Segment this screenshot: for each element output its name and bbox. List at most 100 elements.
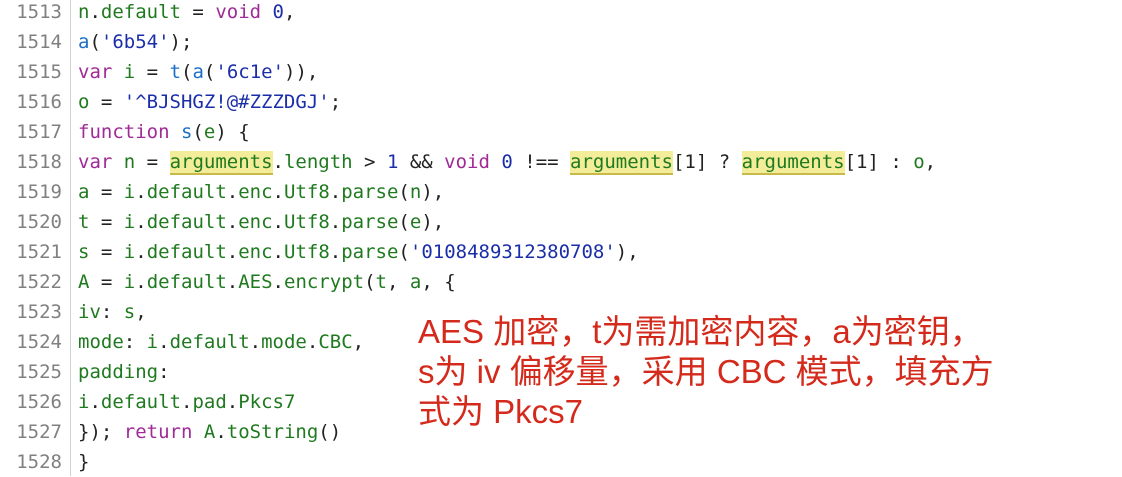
code-token: . (272, 241, 284, 263)
line-number: 1514 (16, 31, 62, 53)
code-token: ); (169, 31, 193, 53)
code-token: ), (421, 211, 445, 233)
code-text: a('6b54'); (78, 27, 192, 57)
code-line: 1522 A = i.default.AES.encrypt(t, a, { (0, 267, 1122, 297)
code-token: e (203, 121, 216, 143)
code-token: o (78, 91, 90, 113)
code-token: var (78, 151, 113, 173)
code-token: t (375, 271, 387, 293)
code-token: = (135, 151, 170, 173)
code-token: default (100, 1, 181, 23)
highlighted-token: arguments (741, 151, 845, 175)
code-token: . (135, 241, 147, 263)
line-number: 1522 (16, 271, 62, 293)
code-line: 1520 t = i.default.enc.Utf8.parse(e), (0, 207, 1122, 237)
code-line: 1515 var i = t(a('6c1e')), (0, 57, 1122, 87)
code-token: 0 (501, 151, 513, 173)
code-token: . (226, 241, 239, 263)
code-token: [1] : (844, 151, 914, 173)
code-token: ), (421, 181, 445, 203)
code-token: && (398, 151, 445, 173)
code-token: t (78, 211, 90, 233)
code-token: ( (364, 271, 376, 293)
code-token: default (146, 211, 227, 233)
code-token: enc (238, 211, 273, 233)
code-token: A (78, 271, 90, 293)
code-token: . (135, 181, 147, 203)
code-token: enc (238, 241, 273, 263)
code-text: s = i.default.enc.Utf8.parse('0108489312… (78, 237, 639, 267)
code-token: ( (89, 31, 101, 53)
annotation-line-1: AES 加密，t为需加密内容，a为密钥， (418, 313, 983, 350)
code-editor: 1513 n.default = void 0, 1514 a('6b54'); 151… (0, 0, 1122, 476)
code-token: AES (238, 271, 273, 293)
code-text: }); return A.toString() (78, 417, 341, 447)
code-token: o (913, 151, 925, 173)
line-number: 1513 (16, 1, 62, 23)
code-text: var i = t(a('6c1e')), (78, 57, 318, 87)
code-line: 1528} (0, 447, 1122, 477)
code-token: = (180, 1, 216, 23)
code-token: . (249, 331, 262, 353)
code-token: void (215, 1, 262, 23)
code-token: , { (421, 271, 456, 293)
code-token: . (180, 391, 193, 413)
line-number: 1526 (16, 391, 62, 413)
code-text: n.default = void 0, (78, 0, 295, 27)
code-token: , (283, 1, 296, 23)
code-token: default (146, 181, 227, 203)
code-token: toString (226, 421, 319, 443)
code-token: ( (203, 61, 216, 83)
code-token: '6b54' (100, 31, 170, 53)
code-token: > (352, 151, 387, 173)
code-token: '^BJSHGZ!@#ZZZDGJ' (123, 91, 330, 113)
code-token: A (203, 421, 216, 443)
code-line: 1516 o = '^BJSHGZ!@#ZZZDGJ'; (0, 87, 1122, 117)
code-line: 1519 a = i.default.enc.Utf8.parse(n), (0, 177, 1122, 207)
highlighted-token: arguments (169, 151, 273, 175)
code-token: CBC (318, 331, 353, 353)
code-token: . (329, 181, 342, 203)
line-number: 1517 (16, 121, 62, 143)
code-token: s (78, 241, 90, 263)
code-token: . (89, 391, 101, 413)
code-token: s (123, 301, 136, 323)
code-token: a (78, 181, 90, 203)
code-token: mode (261, 331, 307, 353)
code-token: ( (181, 61, 193, 83)
code-token: . (135, 211, 147, 233)
code-text: padding: (78, 357, 170, 387)
code-token: . (329, 241, 342, 263)
code-token: , (135, 301, 147, 323)
code-token: i (78, 391, 90, 413)
code-token: . (272, 151, 284, 173)
code-token: ( (192, 121, 204, 143)
annotation-line-2: s为 iv 偏移量，采用 CBC 模式，填充方 (418, 353, 994, 390)
code-token: . (158, 331, 170, 353)
code-token: ( (398, 181, 410, 203)
code-token: , (386, 271, 410, 293)
code-token: n (78, 1, 90, 23)
code-token: : (123, 331, 147, 353)
line-number: 1524 (16, 331, 62, 353)
code-token: }); (78, 421, 124, 443)
line-number: 1515 (16, 61, 62, 83)
code-text: o = '^BJSHGZ!@#ZZZDGJ'; (78, 87, 341, 117)
code-text: i.default.pad.Pkcs7 (78, 387, 295, 417)
code-token: void (444, 151, 490, 173)
code-token: } (78, 451, 90, 473)
line-number: 1525 (16, 361, 62, 383)
code-token: = (89, 181, 124, 203)
code-token: i (123, 241, 136, 263)
code-token: . (226, 271, 239, 293)
code-text: a = i.default.enc.Utf8.parse(n), (78, 177, 444, 207)
code-text: mode: i.default.mode.CBC, (78, 327, 364, 357)
code-token: function (78, 121, 170, 143)
line-number: 1520 (16, 211, 62, 233)
code-text: function s(e) { (78, 117, 250, 147)
code-token: . (226, 181, 239, 203)
